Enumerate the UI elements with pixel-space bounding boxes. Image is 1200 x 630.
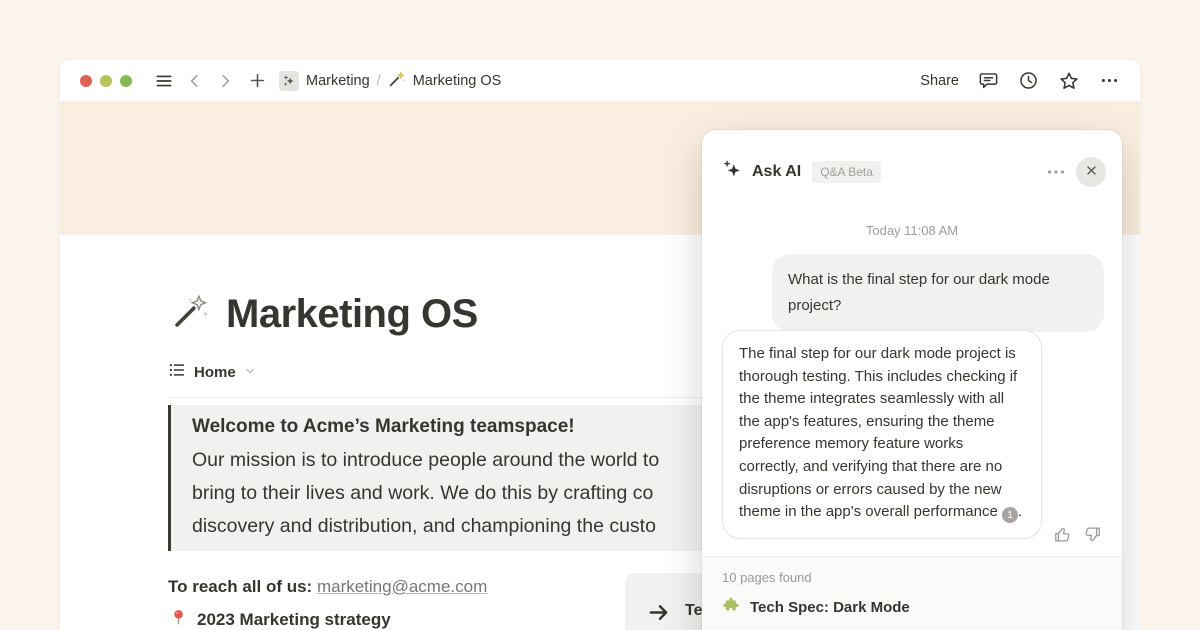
ai-panel-close-button[interactable]	[1076, 157, 1106, 187]
source-page-item[interactable]: Tech Spec: Dark Mode	[722, 596, 1102, 619]
thumbs-up-icon	[1053, 532, 1072, 547]
ai-response-text: The final step for our dark mode project…	[739, 345, 1017, 520]
wand-icon	[172, 292, 210, 335]
thumbs-up-button[interactable]	[1053, 525, 1072, 547]
back-button[interactable]	[186, 72, 204, 90]
strategy-page-link[interactable]: 2023 Marketing strategy	[170, 608, 391, 630]
thumbs-down-button[interactable]	[1083, 525, 1102, 547]
page-title-row: Marketing OS	[172, 292, 478, 336]
toolbar-actions: Share	[920, 70, 1120, 92]
view-tab-home[interactable]: Home	[168, 361, 256, 384]
ai-sparkle-icon	[722, 159, 743, 185]
forward-button[interactable]	[216, 72, 234, 90]
comment-bubble-icon	[978, 70, 999, 91]
ai-response-bubble: The final step for our dark mode project…	[722, 330, 1042, 539]
more-options-button[interactable]	[1099, 70, 1120, 91]
pages-found-label: 10 pages found	[722, 570, 1102, 585]
teamspace-sparkle-icon	[279, 71, 299, 91]
close-window-button[interactable]	[80, 75, 92, 87]
sidebar-menu-button[interactable]	[154, 71, 174, 91]
ai-response-suffix: .	[1018, 503, 1022, 520]
comments-button[interactable]	[978, 70, 999, 91]
user-message-bubble: What is the final step for our dark mode…	[772, 254, 1104, 332]
pushpin-icon	[170, 608, 187, 630]
new-page-button[interactable]	[248, 71, 267, 90]
app-window: Marketing / Marketing OS Share	[60, 60, 1140, 630]
contact-email-link[interactable]: marketing@acme.com	[317, 577, 487, 596]
thumbs-down-icon	[1083, 532, 1102, 547]
star-icon	[1058, 70, 1080, 92]
contact-label: To reach all of us:	[168, 577, 312, 596]
ask-ai-header: Ask AI Q&A Beta	[722, 157, 1106, 187]
minimize-window-button[interactable]	[100, 75, 112, 87]
breadcrumb: Marketing / Marketing OS	[279, 70, 501, 92]
contact-line: To reach all of us: marketing@acme.com	[168, 577, 487, 597]
plus-icon	[248, 71, 267, 90]
ai-panel-more-button[interactable]	[1045, 161, 1067, 183]
toolbar: Marketing / Marketing OS Share	[60, 60, 1140, 101]
response-feedback	[1053, 525, 1102, 547]
source-page-label: Tech Spec: Dark Mode	[750, 599, 910, 616]
chevron-left-icon	[186, 72, 204, 90]
ellipsis-icon	[1045, 161, 1067, 183]
wand-icon	[388, 70, 406, 92]
view-tab-label: Home	[194, 364, 236, 381]
ellipsis-icon	[1099, 70, 1120, 91]
puzzle-icon	[722, 596, 740, 619]
hamburger-icon	[154, 71, 174, 91]
sources-section: 10 pages found Tech Spec: Dark Mode Dark…	[702, 556, 1122, 630]
page-title: Marketing OS	[226, 292, 478, 336]
chat-timestamp: Today 11:08 AM	[702, 223, 1122, 238]
citation-badge[interactable]: 1	[1002, 507, 1018, 523]
history-button[interactable]	[1018, 70, 1039, 91]
qa-beta-badge: Q&A Beta	[812, 161, 881, 183]
ask-ai-panel: Ask AI Q&A Beta Today 11:08 AM What is t…	[702, 130, 1122, 630]
breadcrumb-separator: /	[377, 73, 381, 89]
breadcrumb-teamspace[interactable]: Marketing	[306, 73, 370, 89]
clock-icon	[1018, 70, 1039, 91]
breadcrumb-page[interactable]: Marketing OS	[413, 73, 502, 89]
zoom-window-button[interactable]	[120, 75, 132, 87]
share-button[interactable]: Share	[920, 73, 959, 89]
arrow-right-icon	[647, 601, 670, 629]
chevron-down-icon	[244, 364, 256, 382]
window-controls	[80, 75, 132, 87]
chevron-right-icon	[216, 72, 234, 90]
list-view-icon	[168, 361, 186, 384]
close-icon	[1085, 164, 1098, 180]
favorite-button[interactable]	[1058, 70, 1080, 92]
ask-ai-title: Ask AI	[752, 163, 801, 181]
strategy-page-label: 2023 Marketing strategy	[197, 610, 391, 630]
